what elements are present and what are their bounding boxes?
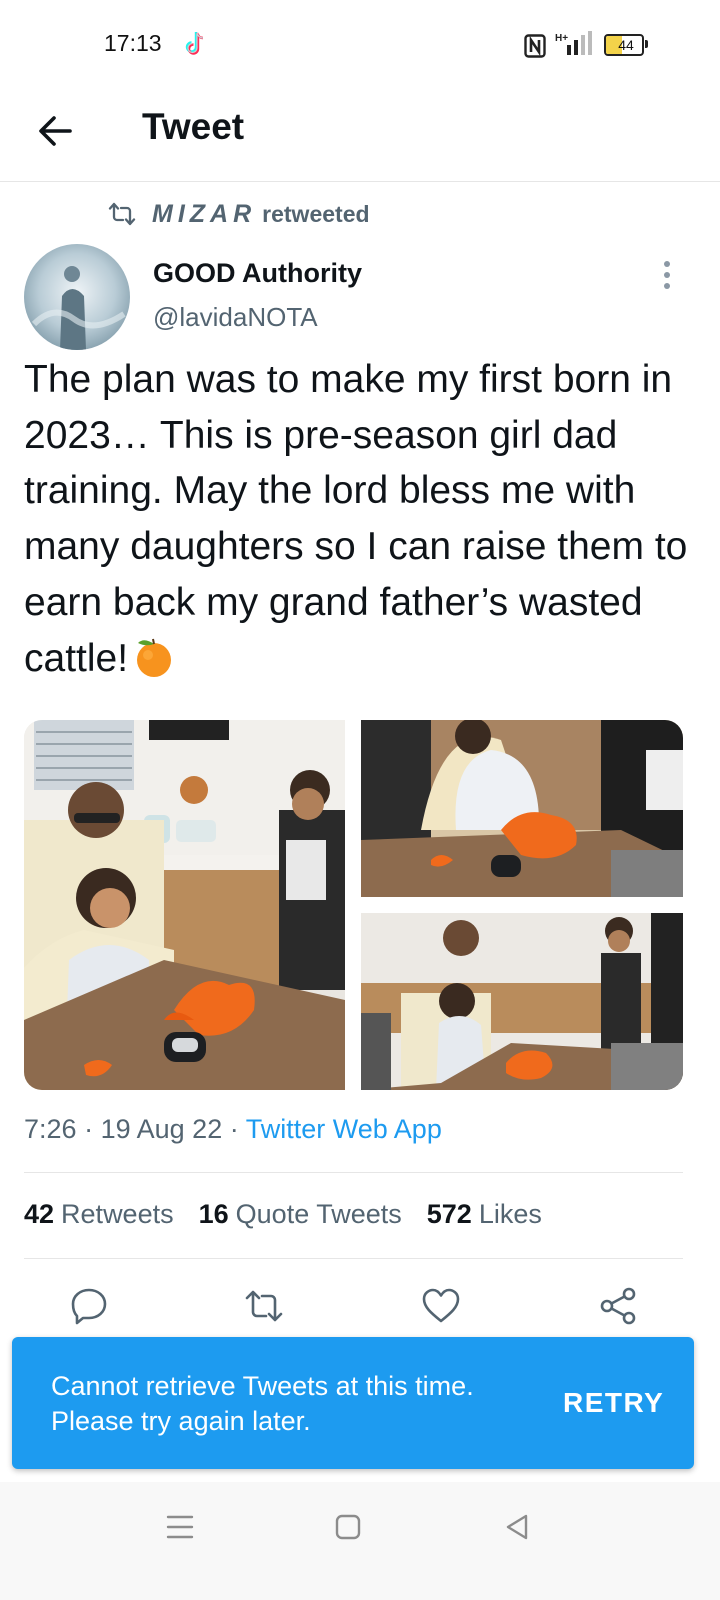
retry-button[interactable]: RETRY bbox=[563, 1387, 664, 1419]
tangerine-emoji bbox=[137, 638, 172, 677]
tweet-photo-3[interactable] bbox=[361, 913, 683, 1090]
tweet-text: The plan was to make my first born in 20… bbox=[24, 352, 696, 686]
snackbar-message: Cannot retrieve Tweets at this time. Ple… bbox=[51, 1371, 474, 1436]
quote-tweets-stat[interactable]: 16 Quote Tweets bbox=[199, 1199, 402, 1230]
tiktok-icon bbox=[185, 32, 204, 55]
retweet-icon[interactable] bbox=[244, 1286, 284, 1326]
page-title: Tweet bbox=[142, 106, 245, 147]
tweet-photo-1[interactable] bbox=[24, 720, 345, 1090]
retweet-context[interactable]: MIZAR retweeted bbox=[108, 200, 370, 228]
nfc-icon bbox=[524, 34, 546, 58]
share-icon[interactable] bbox=[598, 1286, 638, 1326]
meta-separator: · bbox=[229, 1114, 239, 1144]
tweet-body: The plan was to make my first born in 20… bbox=[24, 358, 688, 680]
top-app-bar: Tweet bbox=[0, 90, 720, 182]
meta-separator: · bbox=[84, 1114, 94, 1144]
arrow-left-icon[interactable] bbox=[30, 106, 80, 156]
avatar[interactable] bbox=[24, 244, 130, 350]
divider bbox=[24, 1258, 683, 1259]
retweets-count: 42 bbox=[24, 1199, 55, 1229]
tweet-timestamp: 7:26 · 19 Aug 22 · Twitter Web App bbox=[24, 1114, 442, 1145]
quotes-label: Quote Tweets bbox=[235, 1199, 402, 1229]
retweets-label: Retweets bbox=[61, 1199, 174, 1229]
retweeted-label: retweeted bbox=[262, 200, 370, 227]
likes-stat[interactable]: 572 Likes bbox=[427, 1199, 542, 1230]
author-name[interactable]: GOOD Authority bbox=[153, 258, 362, 289]
reply-icon[interactable] bbox=[69, 1286, 109, 1326]
status-bar: 17:13 H+ 44 bbox=[0, 0, 720, 90]
svg-text:H+: H+ bbox=[555, 33, 568, 44]
quotes-count: 16 bbox=[198, 1199, 229, 1229]
retweeter-name[interactable]: MIZAR bbox=[152, 200, 256, 229]
divider bbox=[24, 1172, 683, 1173]
tweet-source-link[interactable]: Twitter Web App bbox=[246, 1114, 442, 1144]
battery-level: 44 bbox=[618, 37, 634, 53]
menu-icon[interactable] bbox=[163, 1510, 197, 1544]
battery-indicator: 44 bbox=[604, 34, 648, 56]
retweets-stat[interactable]: 42 Retweets bbox=[24, 1199, 174, 1230]
likes-count: 572 bbox=[426, 1199, 472, 1229]
tweet-media bbox=[24, 720, 683, 1090]
status-time: 17:13 bbox=[104, 30, 162, 56]
like-icon[interactable] bbox=[421, 1286, 461, 1326]
system-nav-bar bbox=[0, 1482, 720, 1600]
tweet-date: 19 Aug 22 bbox=[100, 1114, 223, 1144]
likes-label: Likes bbox=[478, 1199, 542, 1229]
tweet-stats: 42 Retweets 16 Quote Tweets 572 Likes bbox=[24, 1199, 567, 1230]
author-handle[interactable]: @lavidaNOTA bbox=[153, 302, 318, 333]
tweet-photo-2[interactable] bbox=[361, 720, 683, 897]
more-options-icon[interactable] bbox=[650, 256, 684, 296]
signal-icon: H+ bbox=[555, 31, 592, 55]
retweet-icon bbox=[108, 202, 136, 226]
home-icon[interactable] bbox=[331, 1510, 365, 1544]
error-snackbar: Cannot retrieve Tweets at this time. Ple… bbox=[12, 1337, 694, 1469]
back-icon[interactable] bbox=[500, 1510, 534, 1544]
tweet-time: 7:26 bbox=[24, 1114, 77, 1144]
